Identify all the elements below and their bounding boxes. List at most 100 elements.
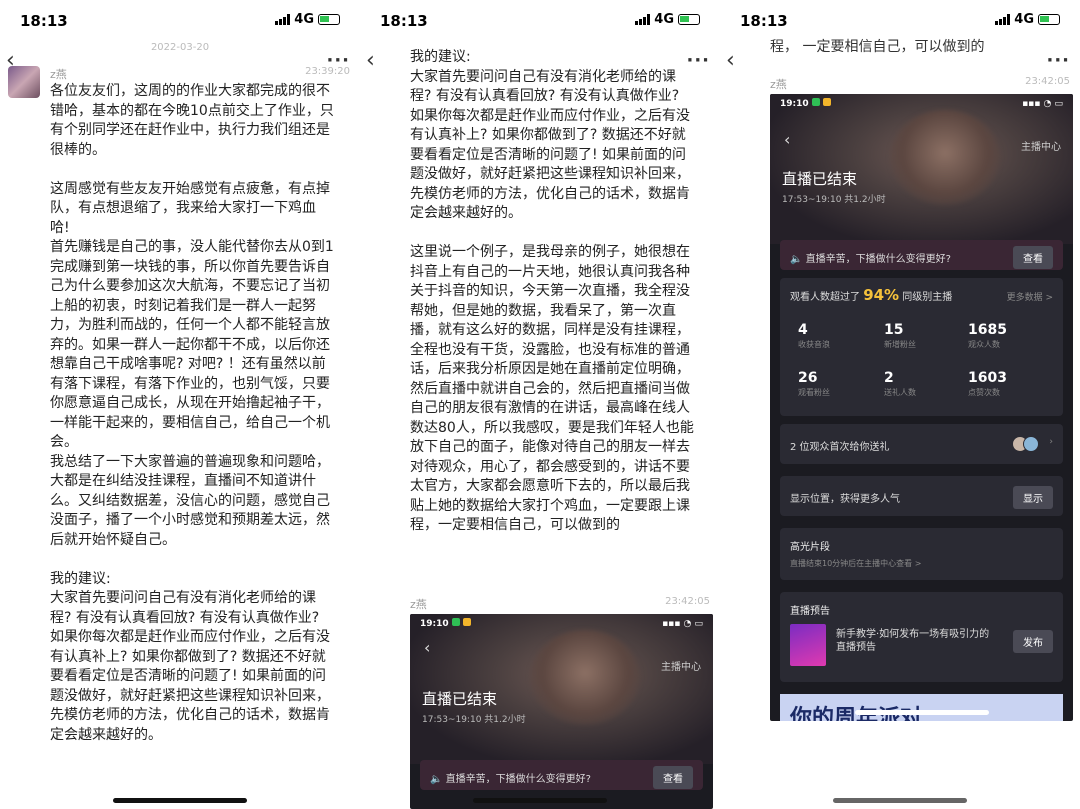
avatar	[1023, 436, 1039, 452]
position-text: 显示位置，获得更多人气	[790, 494, 900, 505]
app-badge-icon	[811, 98, 820, 106]
status-time: 18:13	[740, 12, 788, 30]
live-duration: 17:53~19:10 共1.2小时	[422, 715, 526, 725]
rank-suffix: 同级别主播	[902, 292, 953, 303]
stat-value: 2	[884, 370, 894, 386]
view-button: 查看	[653, 766, 693, 789]
gift-avatars	[1012, 436, 1039, 452]
status-time: 18:13	[380, 12, 428, 30]
inner-status-icons: ▪▪▪ ◔ ▭	[662, 618, 703, 629]
chat-screen-2: 18:13 4G ‹ ··· 我的建议: 大家首先要问问自己有没有消化老师给的课…	[360, 0, 720, 809]
blurred-face	[530, 630, 640, 725]
rank-line: 观看人数超过了 94% 同级别主播	[790, 286, 952, 304]
chat-screen-3: 18:13 4G ‹ ··· 程， 一定要相信自己，可以做到的 z燕 23:42…	[720, 0, 1080, 809]
live-ended-title: 直播已结束	[422, 690, 498, 708]
stat-label: 送礼人数	[884, 388, 916, 397]
stat-label: 新增粉丝	[884, 340, 916, 349]
inner-back-icon: ‹	[424, 638, 431, 657]
stat-item: 15 新增粉丝	[884, 322, 916, 350]
blurred-face	[890, 110, 1000, 205]
highlight-card: 高光片段 直播结束10分钟后在主播中心查看 >	[780, 528, 1063, 580]
audience-stats-card: 观看人数超过了 94% 同级别主播 更多数据 > 4 收获音浪 15 新增粉丝 16…	[780, 278, 1063, 416]
app-badge-icon	[451, 618, 460, 626]
message-text: 我的建议: 大家首先要问问自己有没有消化老师给的课 程? 有没有认真看回放? 有…	[410, 49, 694, 533]
live-ended-title: 直播已结束	[782, 170, 858, 188]
sender-name: z燕	[410, 598, 427, 611]
status-icons: 4G	[275, 12, 340, 27]
tip-card: 🔈 直播辛苦，下播做什么变得更好? 查看	[420, 760, 703, 790]
battery-icon	[678, 14, 700, 25]
stat-item: 1685 观众人数	[968, 322, 1007, 350]
position-card: 显示位置，获得更多人气 显示	[780, 476, 1063, 516]
network-label: 4G	[1014, 12, 1034, 27]
tip-label: 直播辛苦，下播做什么变得更好?	[805, 254, 951, 265]
stat-label: 点赞次数	[968, 388, 1000, 397]
chat-screen-1: 18:13 4G 2022-03-20 ‹ ··· z燕 23:39:20 各位…	[0, 0, 360, 809]
stat-item: 26 观看粉丝	[798, 370, 830, 398]
highlight-sub: 直播结束10分钟后在主播中心查看 >	[790, 559, 922, 568]
live-stats-screenshot[interactable]: 19:10 ▪▪▪ ◔ ▭ ‹ 主播中心 直播已结束 17:53~19:10 共…	[770, 94, 1073, 721]
app-badge-icon	[822, 98, 831, 106]
show-button: 显示	[1013, 486, 1053, 509]
tip-card: 🔈 直播辛苦，下播做什么变得更好? 查看	[780, 240, 1063, 270]
stat-item: 4 收获音浪	[798, 322, 830, 350]
chevron-right-icon: ›	[1049, 437, 1053, 447]
inner-back-icon: ‹	[784, 130, 791, 149]
preview-thumbnail	[790, 624, 826, 666]
back-arrow-icon[interactable]: ‹	[726, 48, 735, 73]
tip-label: 直播辛苦，下播做什么变得更好?	[445, 774, 591, 785]
more-data-link: 更多数据 >	[1006, 293, 1053, 303]
inner-home-indicator	[855, 710, 989, 715]
sender-name: z燕	[770, 78, 787, 91]
status-bar: 18:13 4G	[360, 0, 720, 44]
inner-time: 19:10	[420, 619, 449, 629]
signal-icon	[995, 14, 1011, 25]
signal-icon	[635, 14, 651, 25]
live-duration: 17:53~19:10 共1.2小时	[782, 195, 886, 205]
message-text: 各位友友们，这周的的作业大家都完成的很不 错哈，基本的都在今晚10点前交上了作业…	[50, 83, 334, 743]
stat-value: 15	[884, 322, 904, 338]
stat-value: 4	[798, 322, 808, 338]
inner-status-bar: 19:10 ▪▪▪ ◔ ▭	[780, 98, 1063, 109]
highlight-title: 高光片段	[790, 542, 830, 553]
view-button: 查看	[1013, 246, 1053, 269]
date-separator: 2022-03-20	[150, 42, 210, 53]
anchor-center-link: 主播中心	[1021, 142, 1061, 153]
inner-status-bar: 19:10 ▪▪▪ ◔ ▭	[420, 618, 703, 629]
promo-banner: 你的周年派对	[780, 694, 1063, 721]
preview-title: 直播预告	[790, 606, 830, 617]
more-options-icon[interactable]: ···	[1046, 50, 1070, 71]
live-stats-screenshot[interactable]: 19:10 ▪▪▪ ◔ ▭ ‹ 主播中心 直播已结束 17:53~19:10 共…	[410, 614, 713, 809]
message-timestamp: 23:39:20	[305, 66, 350, 77]
inner-status-icons: ▪▪▪ ◔ ▭	[1022, 98, 1063, 109]
preview-card: 直播预告 新手教学·如何发布一场有吸引力的直播预告 发布	[780, 592, 1063, 682]
message-timestamp: 23:42:05	[665, 596, 710, 607]
back-arrow-icon[interactable]: ‹	[366, 48, 375, 73]
stat-label: 观众人数	[968, 340, 1000, 349]
stat-value: 1603	[968, 370, 1007, 386]
avatar[interactable]	[8, 66, 40, 98]
home-indicator	[833, 798, 967, 803]
stat-value: 1685	[968, 322, 1007, 338]
stat-value: 26	[798, 370, 818, 386]
signal-icon	[275, 14, 291, 25]
message-text-cut: 程， 一定要相信自己，可以做到的	[770, 39, 985, 55]
stat-label: 观看粉丝	[798, 388, 830, 397]
tip-text: 🔈 直播辛苦，下播做什么变得更好?	[790, 254, 951, 265]
publish-button: 发布	[1013, 630, 1053, 653]
battery-icon	[1038, 14, 1060, 25]
battery-icon	[318, 14, 340, 25]
gift-text: 2 位观众首次给你送礼	[790, 442, 890, 453]
status-icons: 4G	[995, 12, 1060, 27]
tip-text: 🔈 直播辛苦，下播做什么变得更好?	[430, 774, 591, 785]
status-time: 18:13	[20, 12, 68, 30]
sender-name: z燕	[50, 68, 67, 81]
rank-prefix: 观看人数超过了	[790, 292, 860, 303]
preview-desc: 新手教学·如何发布一场有吸引力的直播预告	[836, 629, 990, 653]
gift-card: 2 位观众首次给你送礼 ›	[780, 424, 1063, 464]
app-badge-icon	[462, 618, 471, 626]
network-label: 4G	[654, 12, 674, 27]
stat-label: 收获音浪	[798, 340, 830, 349]
anchor-center-link: 主播中心	[661, 662, 701, 673]
stat-item: 2 送礼人数	[884, 370, 916, 398]
